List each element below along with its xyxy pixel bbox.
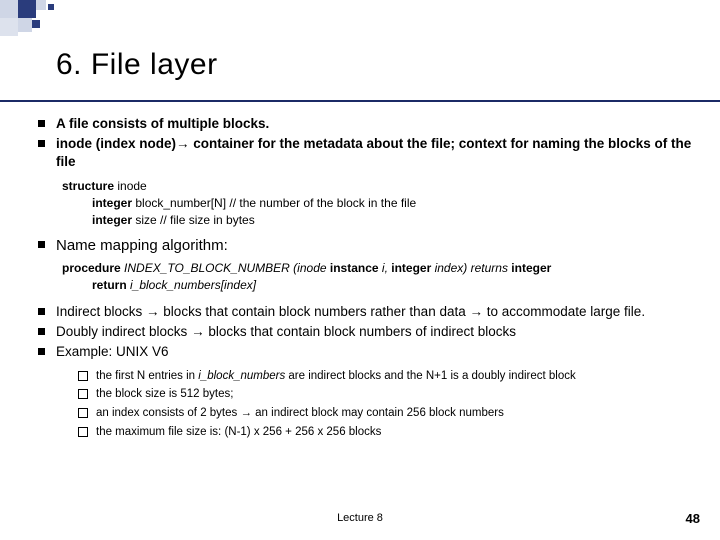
- struct-line: integer block_number[N] // the number of…: [62, 195, 700, 212]
- sub-bullet: the block size is 512 bytes;: [36, 386, 700, 403]
- corner-decoration: [0, 0, 120, 35]
- kw: procedure: [62, 261, 121, 275]
- sub-bullet: the maximum file size is: (N-1) x 256 + …: [36, 424, 700, 441]
- text: blocks that contain block numbers rather…: [160, 304, 470, 319]
- proc-line: procedure INDEX_TO_BLOCK_NUMBER (inode i…: [62, 260, 700, 277]
- sub-bullet: an index consists of 2 bytes → an indire…: [36, 405, 700, 422]
- text: Indirect blocks: [56, 304, 146, 319]
- bullet-inode: inode (index node)→ container for the me…: [36, 135, 700, 171]
- text: an indirect block may contain 256 block …: [252, 407, 504, 419]
- title-rule: [0, 100, 720, 102]
- procedure-block: procedure INDEX_TO_BLOCK_NUMBER (inode i…: [62, 260, 700, 295]
- kw: instance: [330, 261, 379, 275]
- proc-line: return i_block_numbers[index]: [62, 277, 700, 294]
- text: to accommodate large file.: [483, 304, 645, 319]
- arrow-icon: →: [191, 324, 205, 339]
- text: Doubly indirect blocks: [56, 324, 191, 339]
- bullet-file-blocks: A file consists of multiple blocks.: [36, 115, 700, 133]
- text: an index consists of 2 bytes: [96, 407, 240, 419]
- bullet-name-mapping: Name mapping algorithm:: [36, 236, 700, 256]
- arrow-icon: →: [176, 136, 190, 151]
- kw: integer: [92, 196, 132, 210]
- text: block_number[N] // the number of the blo…: [132, 196, 416, 210]
- bullet-doubly-indirect: Doubly indirect blocks → blocks that con…: [36, 323, 700, 341]
- kw: structure: [62, 179, 114, 193]
- kw: integer: [391, 261, 431, 275]
- text: are indirect blocks and the N+1 is a dou…: [285, 370, 576, 382]
- text: inode: [114, 179, 147, 193]
- text: inode (index node): [56, 136, 176, 151]
- text: i_block_numbers[index]: [127, 278, 256, 292]
- text: size // file size in bytes: [132, 213, 255, 227]
- sub-bullet: the first N entries in i_block_numbers a…: [36, 368, 700, 385]
- text: INDEX_TO_BLOCK_NUMBER (inode: [121, 261, 330, 275]
- arrow-icon: →: [240, 407, 252, 419]
- kw: return: [92, 278, 127, 292]
- arrow-icon: →: [146, 304, 160, 319]
- struct-inode: structure inode integer block_number[N] …: [62, 178, 700, 230]
- kw: integer: [511, 261, 551, 275]
- page-number: 48: [686, 511, 700, 526]
- struct-line: structure inode: [62, 178, 700, 195]
- bullet-unix-v6: Example: UNIX V6: [36, 343, 700, 361]
- kw: integer: [92, 213, 132, 227]
- text: blocks that contain block numbers of ind…: [205, 324, 516, 339]
- text: i,: [379, 261, 392, 275]
- footer-lecture: Lecture 8: [337, 512, 383, 524]
- text: the first N entries in: [96, 370, 198, 382]
- slide-title: 6. File layer: [56, 48, 218, 82]
- text-italic: i_block_numbers: [198, 370, 285, 382]
- bullet-indirect: Indirect blocks → blocks that contain bl…: [36, 303, 700, 321]
- slide-body: A file consists of multiple blocks. inod…: [36, 115, 700, 442]
- arrow-icon: →: [469, 304, 483, 319]
- struct-line: integer size // file size in bytes: [62, 212, 700, 229]
- text: index) returns: [431, 261, 511, 275]
